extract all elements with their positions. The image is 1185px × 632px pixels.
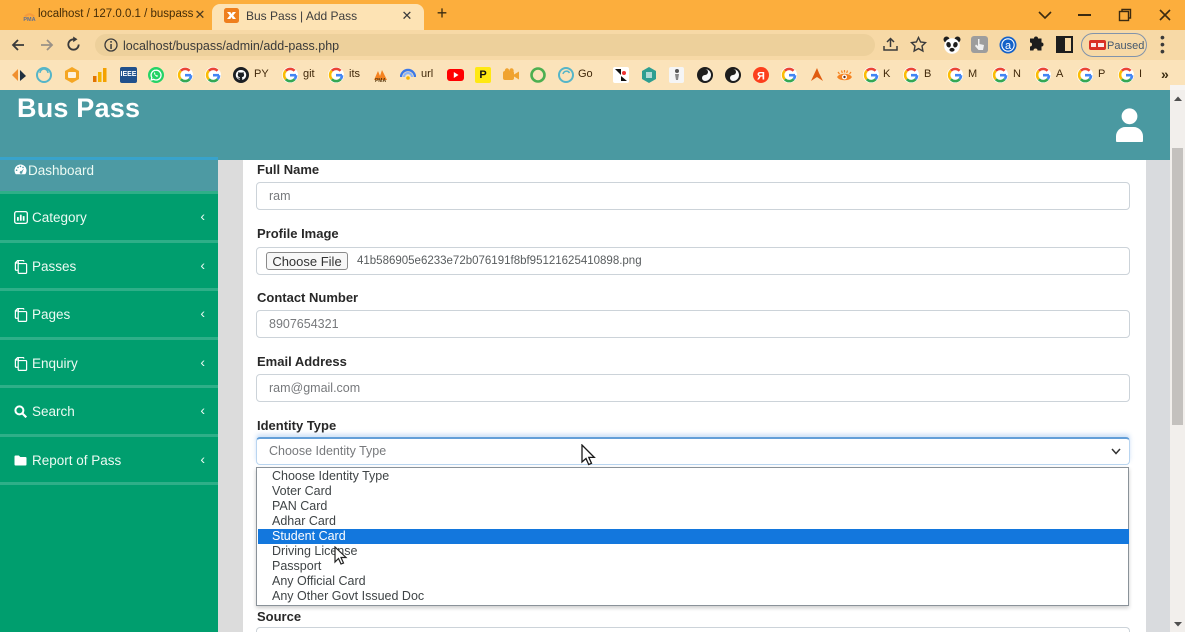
svg-text:PMA: PMA [375,78,387,83]
svg-text:Я: Я [757,71,765,83]
svg-text:PMA: PMA [23,17,35,22]
svg-text:a: a [1005,40,1012,52]
